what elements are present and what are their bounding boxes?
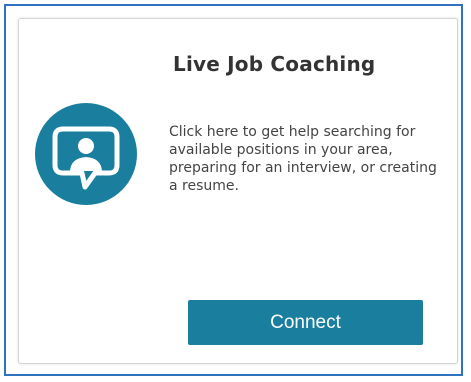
connect-button[interactable]: Connect [188,300,423,345]
card-description: Click here to get help searching for ava… [169,124,437,194]
coaching-card: Live Job Coaching Click here to get help… [18,18,458,364]
widget-frame: Live Job Coaching Click here to get help… [4,4,463,376]
card-title: Live Job Coaching [173,52,376,76]
person-chat-bubble-icon [35,103,137,205]
